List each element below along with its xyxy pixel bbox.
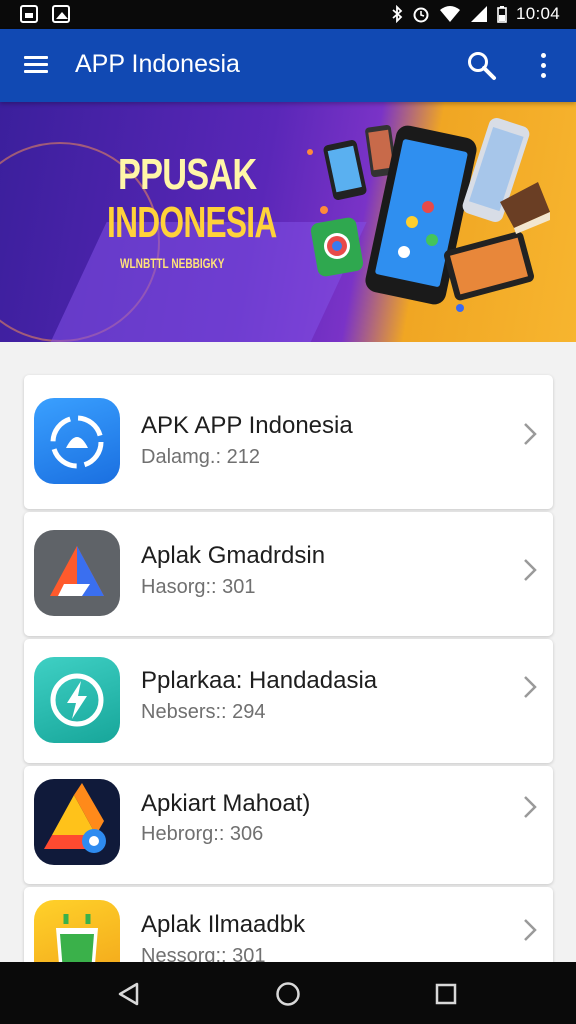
wifi-icon — [439, 6, 460, 22]
list-item[interactable]: APK APP Indonesia Dalamg.: 212 — [24, 375, 553, 509]
battery-icon — [497, 6, 507, 23]
recents-icon — [435, 983, 457, 1005]
status-right-icons: 10:04 — [391, 4, 560, 24]
list-item[interactable]: Apkiart Mahoat) Hebrorg:: 306 — [24, 766, 553, 884]
app-name: Aplak Gmadrdsin — [141, 542, 326, 569]
chevron-right-icon — [524, 676, 537, 698]
triangle-logo-icon — [34, 530, 120, 616]
drive-logo-icon — [34, 779, 120, 865]
blue-shield-icon — [34, 398, 120, 484]
home-icon — [276, 982, 300, 1006]
phones-illustration — [307, 118, 550, 312]
app-name: Pplarkaa: Handadasia — [141, 667, 378, 694]
app-meta: Hasorg:: 301 — [141, 576, 256, 598]
recents-button[interactable] — [432, 980, 460, 1008]
app-title: APP Indonesia — [75, 50, 240, 78]
signal-icon — [470, 6, 487, 22]
list-item[interactable]: Pplarkaa: Handadasia Nebsers:: 294 — [24, 639, 553, 763]
navigation-bar — [0, 962, 576, 1024]
banner-title-line2: INDONESIA — [107, 198, 277, 247]
gallery-icon — [20, 5, 38, 23]
banner-tagline: WLNBTTL NEBBIGKY — [120, 255, 225, 271]
menu-icon — [24, 56, 48, 59]
app-bar: APP Indonesia — [0, 29, 576, 102]
chevron-right-icon — [524, 919, 537, 941]
status-bar: 10:04 — [0, 0, 576, 29]
more-vert-icon — [541, 53, 546, 58]
app-meta: Dalamg.: 212 — [141, 446, 260, 468]
back-button[interactable] — [115, 980, 143, 1008]
menu-icon-bar — [24, 63, 48, 66]
menu-button[interactable] — [24, 56, 48, 74]
back-icon — [118, 982, 139, 1006]
bolt-icon — [34, 657, 120, 743]
alarm-icon — [413, 7, 429, 23]
search-button[interactable] — [466, 50, 498, 82]
bluetooth-icon — [392, 5, 403, 23]
status-left-icons — [20, 5, 70, 23]
chevron-right-icon — [524, 796, 537, 818]
photo-icon — [52, 5, 70, 23]
app-meta: Hebrorg:: 306 — [141, 823, 264, 845]
more-vert-dot — [541, 63, 546, 68]
chevron-right-icon — [524, 423, 537, 445]
home-button[interactable] — [274, 980, 302, 1008]
banner-title-line1: PPUSAK — [118, 150, 257, 199]
app-list: APK APP Indonesia Dalamg.: 212 Aplak Gma… — [24, 375, 553, 986]
list-item[interactable]: Aplak Gmadrdsin Hasorg:: 301 — [24, 512, 553, 636]
chevron-right-icon — [524, 559, 537, 581]
app-name: APK APP Indonesia — [141, 412, 353, 439]
status-clock: 10:04 — [515, 4, 560, 23]
app-meta: Nebsers:: 294 — [141, 701, 266, 723]
more-options-button[interactable] — [532, 51, 554, 81]
promo-banner[interactable]: PPUSAK INDONESIA WLNBTTL NEBBIGKY — [0, 102, 576, 342]
search-icon — [468, 52, 496, 80]
more-vert-dot — [541, 73, 546, 78]
app-name: Apkiart Mahoat) — [141, 790, 311, 817]
app-name: Aplak Ilmaadbk — [141, 911, 306, 938]
menu-icon-bar — [24, 70, 48, 73]
